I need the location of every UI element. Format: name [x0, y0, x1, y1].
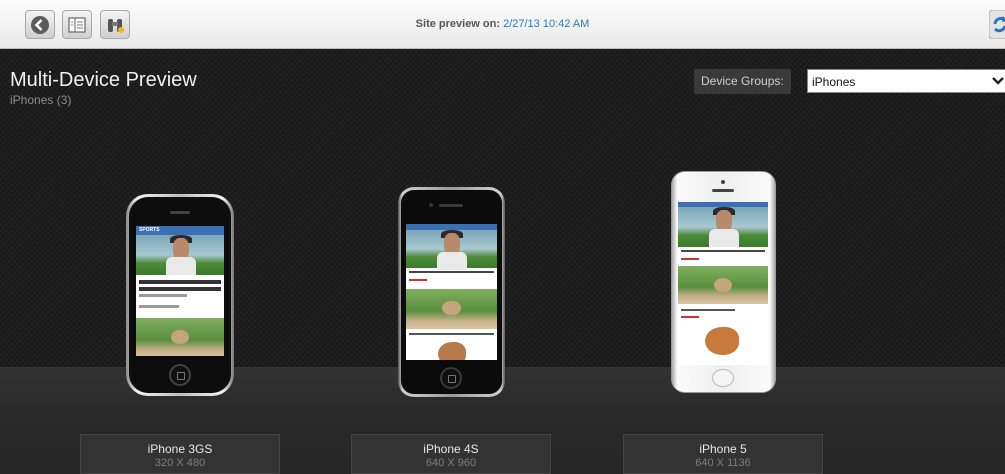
hero-image [678, 207, 768, 247]
speaker-grille [170, 211, 190, 214]
iphone-5-screen[interactable] [678, 202, 768, 365]
device-name: iPhone 5 [699, 442, 747, 456]
device-groups-value: iPhones [812, 75, 856, 89]
iphone-4s-screen[interactable] [406, 224, 497, 360]
device-resolution: 320 X 480 [154, 457, 206, 469]
article-text [139, 294, 188, 297]
article-text [139, 280, 221, 284]
camera-icon [429, 203, 433, 207]
hero-image [406, 230, 497, 270]
article-text [409, 271, 494, 273]
article-text [681, 316, 699, 318]
home-button[interactable] [169, 364, 191, 386]
chevron-down-icon [992, 77, 1004, 85]
glove-image [678, 321, 768, 361]
article-text [681, 250, 765, 252]
toolbar: Site preview on: 2/27/13 10:42 AM [0, 0, 1005, 49]
device-label-iphone-4s[interactable]: iPhone 4S 640 X 960 [351, 434, 551, 474]
stadium-image [136, 318, 224, 356]
preview-stage: Multi-Device Preview iPhones (3) Device … [0, 49, 1005, 474]
site-preview-label: Site preview on: [415, 18, 501, 30]
iphone-3gs-screen[interactable]: SPORTS [136, 226, 224, 356]
glove-image [406, 338, 497, 360]
device-label-iphone-5[interactable]: iPhone 5 640 X 1136 [623, 434, 823, 474]
device-name: iPhone 3GS [147, 442, 213, 456]
refresh-button[interactable] [988, 9, 1005, 40]
device-name: iPhone 4S [423, 442, 479, 456]
page-subtitle: iPhones (3) [10, 93, 72, 107]
iphone-5-preview[interactable] [671, 171, 776, 393]
hero-image [136, 235, 224, 275]
device-groups-label: Device Groups: [694, 69, 791, 94]
stadium-image [406, 289, 497, 329]
camera-icon [721, 180, 725, 184]
page-title: Multi-Device Preview [10, 69, 197, 91]
article-text [409, 279, 428, 281]
home-button[interactable] [440, 367, 462, 389]
site-preview-status: Site preview on: 2/27/13 10:42 AM [0, 18, 1005, 30]
site-preview-timestamp[interactable]: 2/27/13 10:42 AM [503, 18, 589, 30]
article-text [681, 258, 699, 260]
device-resolution: 640 X 1136 [695, 457, 751, 469]
site-header-bar: SPORTS [136, 226, 224, 235]
iphone-4s-preview[interactable] [398, 187, 505, 397]
refresh-icon [988, 9, 1005, 40]
article-text [139, 287, 221, 291]
stadium-image [678, 266, 768, 304]
speaker-grille [712, 189, 734, 192]
article-text [139, 305, 179, 308]
device-groups-select[interactable]: iPhones [807, 69, 1005, 93]
speaker-grille [439, 204, 463, 207]
home-button[interactable] [712, 369, 734, 387]
site-header-text: SPORTS [139, 227, 160, 233]
iphone-3gs-preview[interactable]: SPORTS [126, 194, 234, 396]
article-text [409, 333, 494, 335]
device-resolution: 640 X 960 [425, 457, 477, 469]
device-label-iphone-3gs[interactable]: iPhone 3GS 320 X 480 [80, 434, 280, 474]
article-text [681, 309, 735, 311]
